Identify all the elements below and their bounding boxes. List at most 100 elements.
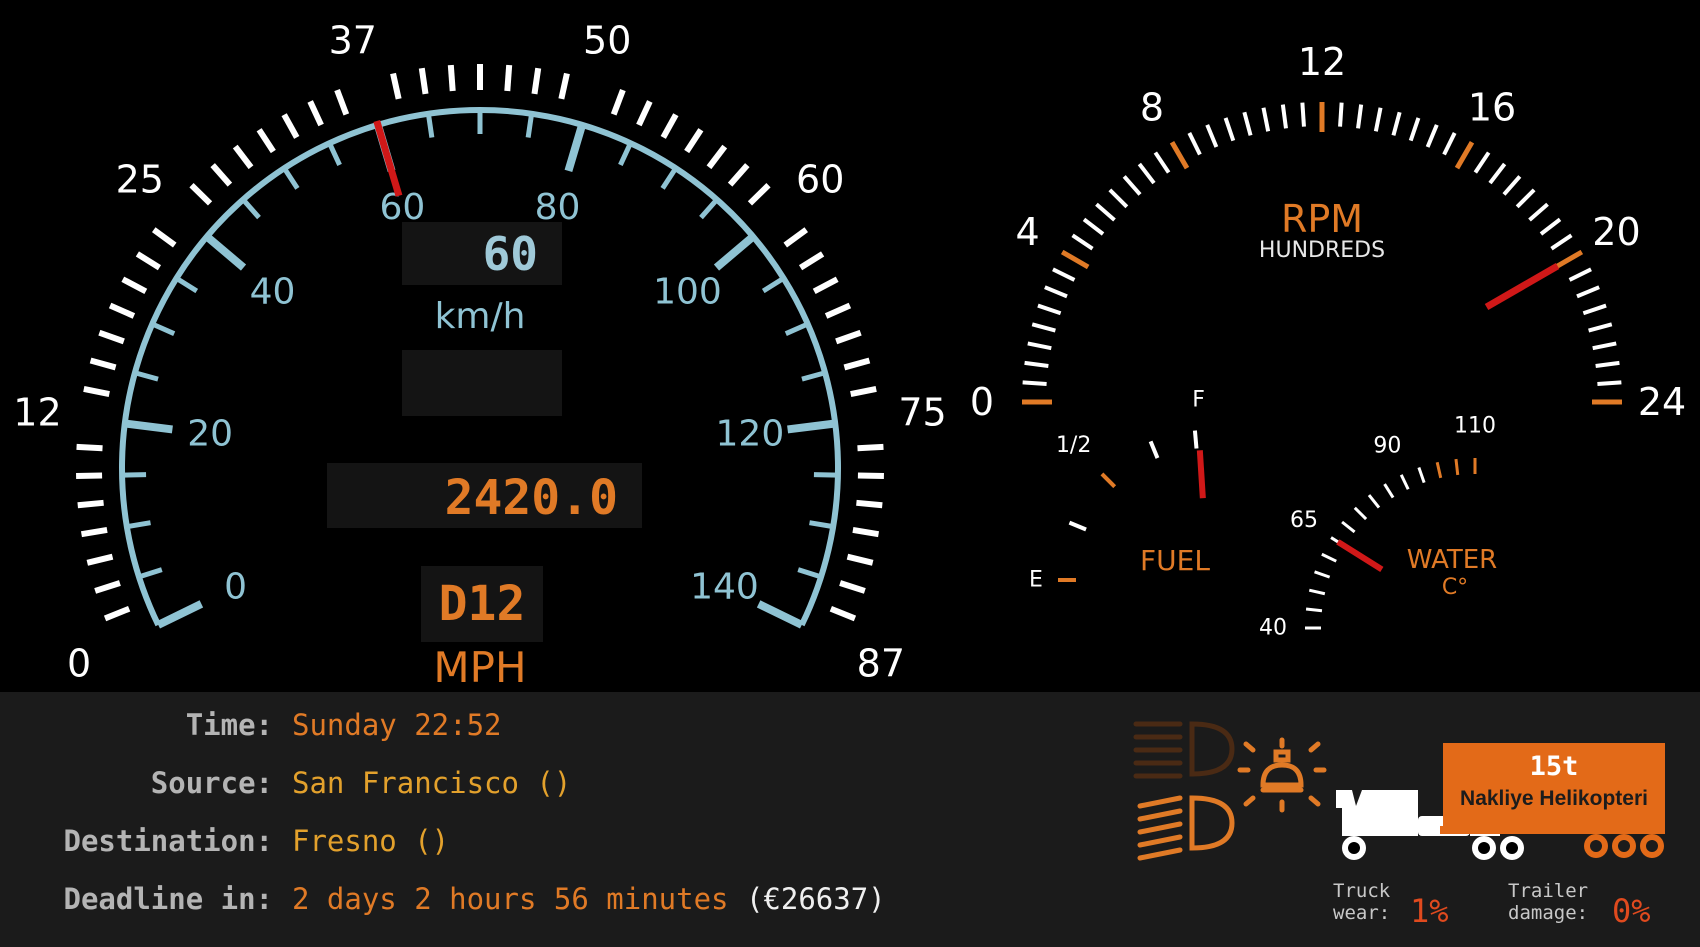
speedometer-minor-tick bbox=[706, 144, 728, 170]
rpm-minor-tick bbox=[1122, 175, 1142, 196]
speedometer-kmh-label: 20 bbox=[187, 414, 233, 455]
speedometer-kmh-major-tick bbox=[124, 419, 173, 434]
speedometer-minor-tick bbox=[83, 385, 110, 397]
speedometer-minor-tick bbox=[390, 72, 402, 100]
speedometer-minor-tick bbox=[418, 67, 429, 95]
speedometer-minor-tick bbox=[334, 89, 350, 116]
rpm-minor-tick bbox=[1242, 111, 1253, 136]
digital-speed: 60 bbox=[483, 227, 538, 281]
speedometer-minor-tick bbox=[850, 385, 877, 397]
speed-unit-label: km/h bbox=[435, 296, 526, 337]
speedometer-kmh-label: 60 bbox=[380, 187, 426, 228]
rpm-minor-tick bbox=[1408, 117, 1421, 142]
water-tick bbox=[1399, 474, 1410, 490]
speedometer-minor-tick bbox=[307, 100, 324, 127]
water-tick bbox=[1353, 506, 1368, 521]
odometer: 2420.0 bbox=[445, 470, 618, 526]
truck-wear-value: 1% bbox=[1410, 892, 1449, 930]
destination-value: Fresno () bbox=[292, 824, 450, 858]
speedometer-kmh-minor-tick bbox=[425, 113, 435, 138]
speedometer-kmh-minor-tick bbox=[241, 197, 261, 220]
speedometer-kmh-minor-tick bbox=[525, 113, 535, 138]
speedometer-kmh-minor-tick bbox=[282, 166, 300, 190]
water-tick bbox=[1308, 588, 1326, 596]
fuel-tick bbox=[1148, 440, 1160, 459]
destination-row: Destination: Fresno () bbox=[0, 824, 1000, 864]
speedometer-minor-tick bbox=[281, 113, 300, 139]
speedometer-kmh-label: 40 bbox=[250, 272, 296, 313]
rpm-minor-tick bbox=[1044, 285, 1068, 299]
destination-label: Destination: bbox=[63, 824, 273, 858]
rpm-title: RPM bbox=[1281, 197, 1363, 241]
source-label: Source: bbox=[150, 766, 273, 800]
rpm-minor-tick bbox=[1502, 175, 1522, 196]
speedometer-minor-tick bbox=[835, 329, 862, 345]
fuel-title: FUEL bbox=[1140, 544, 1210, 577]
blank-display-box bbox=[402, 350, 562, 416]
trailer-damage-label-line2: damage: bbox=[1508, 902, 1589, 924]
speedometer-minor-tick bbox=[80, 526, 108, 538]
trailer-damage-value: 0% bbox=[1612, 892, 1651, 930]
source-row: Source: San Francisco () bbox=[0, 766, 1000, 806]
speedometer-minor-tick bbox=[504, 64, 513, 92]
speedometer-kmh-minor-tick bbox=[797, 567, 822, 580]
speedometer-minor-tick bbox=[727, 163, 750, 187]
rpm-label: 16 bbox=[1468, 86, 1516, 130]
water-temperature-gauge: 40 65 90 110 bbox=[1259, 414, 1496, 641]
speedometer-kmh-minor-tick bbox=[327, 142, 342, 166]
water-unit: C° bbox=[1442, 575, 1468, 600]
speedometer-minor-tick bbox=[86, 553, 114, 566]
rpm-minor-tick bbox=[1488, 162, 1507, 185]
speedometer-minor-tick bbox=[857, 472, 884, 480]
rpm-needle bbox=[1484, 262, 1560, 311]
fuel-full-label: F bbox=[1192, 388, 1205, 413]
rpm-minor-tick bbox=[1473, 151, 1491, 174]
rpm-label: 0 bbox=[970, 380, 994, 424]
truck-wear-label-line2: wear: bbox=[1333, 902, 1391, 924]
rpm-minor-tick bbox=[1187, 132, 1202, 156]
rpm-major-tick bbox=[1554, 249, 1584, 270]
deadline-value: 2 days 2 hours 56 minutes bbox=[292, 882, 729, 916]
time-value: Sunday 22:52 bbox=[292, 708, 502, 742]
speedometer-mph-label: 50 bbox=[583, 19, 631, 63]
speedometer-minor-tick bbox=[76, 443, 103, 452]
speedometer-minor-tick bbox=[76, 472, 103, 480]
speedometer-kmh-minor-tick bbox=[175, 276, 199, 294]
water-tick bbox=[1383, 483, 1395, 499]
speedometer-kmh-major-tick bbox=[756, 600, 804, 629]
speedometer-kmh-minor-tick bbox=[660, 166, 678, 190]
fuel-empty-label: E bbox=[1029, 568, 1043, 593]
speedometer-kmh-major-tick bbox=[713, 233, 756, 271]
speedometer-kmh-label: 140 bbox=[690, 567, 759, 608]
rpm-minor-tick bbox=[1338, 102, 1344, 127]
speedometer-minor-tick bbox=[798, 251, 825, 271]
rpm-label: 12 bbox=[1298, 40, 1346, 84]
speedometer-mph-label: 75 bbox=[898, 391, 946, 435]
speedometer-minor-tick bbox=[857, 443, 884, 452]
rpm-minor-tick bbox=[1568, 267, 1592, 282]
speedometer-kmh-major-tick bbox=[156, 600, 204, 629]
speedometer-kmh-label: 100 bbox=[653, 272, 722, 313]
rpm-minor-tick bbox=[1539, 217, 1562, 236]
speedometer-minor-tick bbox=[839, 580, 866, 594]
water-tick bbox=[1435, 461, 1443, 479]
speedometer-minor-tick bbox=[447, 64, 456, 92]
income-value: (€26637) bbox=[745, 882, 886, 916]
speedometer-minor-tick bbox=[531, 67, 542, 95]
trailer-damage-label-line1: Trailer bbox=[1508, 880, 1589, 902]
rpm-label: 8 bbox=[1140, 86, 1164, 130]
speedometer-kmh-major-tick bbox=[564, 123, 586, 173]
trailer-damage-label: Trailer damage: bbox=[1508, 880, 1588, 924]
rpm-minor-tick bbox=[1108, 188, 1129, 209]
rpm-label: 20 bbox=[1592, 210, 1640, 254]
water-label: 110 bbox=[1454, 414, 1496, 439]
rpm-minor-tick bbox=[1442, 132, 1457, 156]
speedometer-minor-tick bbox=[747, 183, 771, 206]
water-label: 90 bbox=[1373, 434, 1401, 459]
rpm-minor-tick bbox=[1550, 233, 1573, 251]
speedometer-mph-label: 60 bbox=[796, 158, 844, 202]
speedometer-minor-tick bbox=[189, 183, 213, 206]
speedometer-minor-tick bbox=[660, 113, 679, 139]
water-tick bbox=[1417, 467, 1426, 484]
speedometer-minor-tick bbox=[610, 89, 626, 116]
